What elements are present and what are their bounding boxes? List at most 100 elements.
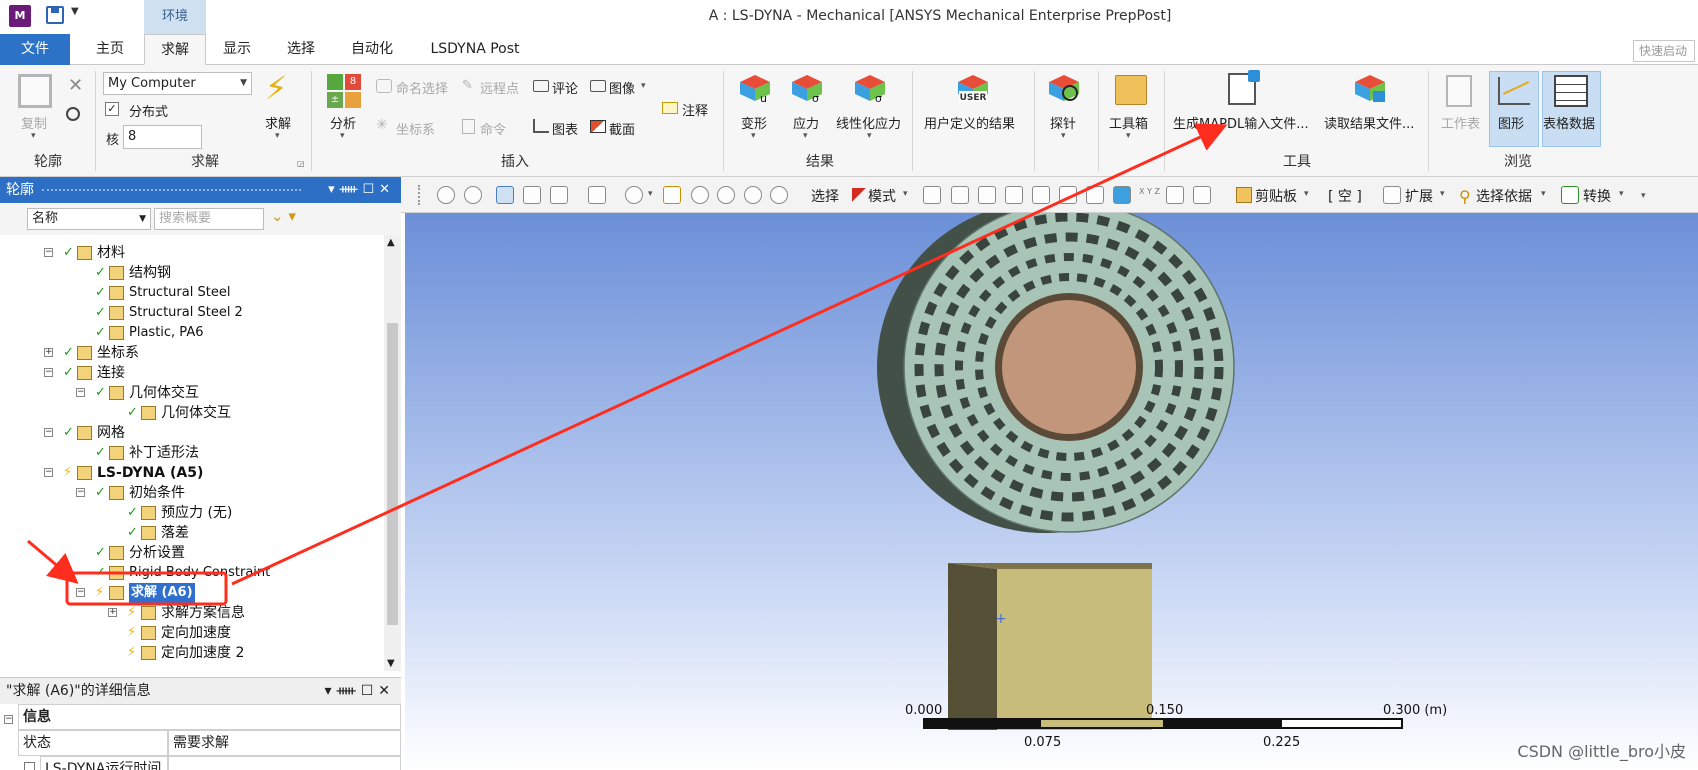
comment-label[interactable]: 评论 [552,78,578,97]
tree-item[interactable]: ✓ Structural Steel [0,283,384,303]
tree-item[interactable]: − ⚡ LS-DYNA (A5) [0,463,384,483]
label-icon[interactable] [1166,186,1184,204]
tab-home[interactable]: 主页 [82,34,138,65]
chart-icon[interactable] [533,119,549,133]
tree-item[interactable]: ⚡ 定向加速度 [0,623,384,643]
zoom-in-icon[interactable] [717,186,735,204]
annotation-label[interactable]: 注释 [682,100,708,119]
user-defined-result-icon[interactable]: USER [956,73,990,103]
annotation-toggle-icon[interactable] [1193,186,1211,204]
select-by-label[interactable]: 选择依据 [1476,186,1532,206]
scroll-up-icon[interactable]: ▲ [387,237,395,248]
tab-file[interactable]: 文件 [0,34,70,65]
close-icon[interactable]: ✕ [379,182,395,197]
details-runtime-checkbox[interactable] [24,762,35,770]
probe-dropdown-icon[interactable]: ▾ [1061,131,1066,141]
tree-item[interactable]: ✓ 预应力 (无) [0,503,384,523]
select-body-icon[interactable] [1005,186,1023,204]
solve-button-label[interactable]: 求解 [265,113,291,132]
mode-dropdown-icon[interactable]: ▾ [903,189,908,199]
select-element-face-icon[interactable] [1059,186,1077,204]
mode-label[interactable]: 模式 [868,186,896,206]
probe-icon[interactable] [1047,73,1081,103]
select-by-pin-icon[interactable]: ⚲ [1459,187,1471,206]
convert-icon[interactable] [1561,186,1579,204]
tab-display[interactable]: 显示 [212,34,262,65]
select-node-icon[interactable] [1032,186,1050,204]
extend-label[interactable]: 扩展 [1405,186,1433,206]
collapse-icon[interactable]: − [44,468,53,477]
tree-item[interactable]: ✓ 分析设置 [0,543,384,563]
tree-item[interactable]: − ✓ 初始条件 [0,483,384,503]
pan-icon[interactable] [663,186,681,204]
solve-process-combo[interactable]: My Computer ▼ [103,72,252,95]
image-dropdown-icon[interactable]: ▾ [641,81,646,91]
graphics-viewport[interactable]: + 0.000 0.150 0.300 (m) 0.075 0.225 CSDN… [405,213,1698,770]
copy-icon[interactable] [18,74,52,108]
coordinate-system-label[interactable]: 坐标系 [396,119,435,138]
tree-item[interactable]: ✓ Rigid Body Constraint [0,563,384,583]
tree-item[interactable]: ✓ Structural Steel 2 [0,303,384,323]
linearized-stress-dropdown-icon[interactable]: ▾ [867,131,872,141]
remote-point-icon[interactable]: ✎ [462,78,473,93]
command-label[interactable]: 命令 [480,119,506,138]
zoom-icon[interactable] [691,186,709,204]
convert-dropdown-icon[interactable]: ▾ [1619,189,1624,199]
worksheet-icon[interactable] [1446,75,1472,107]
rotate-dropdown-icon[interactable]: ▾ [648,189,653,199]
image-label[interactable]: 图像 [609,78,635,97]
model-scene[interactable]: + [405,213,1698,770]
select-label[interactable]: 选择 [811,186,839,206]
pin-icon[interactable]: ᚔ [340,182,363,197]
scroll-down-icon[interactable]: ▼ [387,658,395,669]
details-menu-icon[interactable]: ▾ [324,683,336,699]
chart-label[interactable]: 图表 [552,119,578,138]
base-block-side[interactable] [948,563,997,730]
tree-item[interactable]: ✓ Plastic, PA6 [0,323,384,343]
select-vertex-icon[interactable] [923,186,941,204]
panel-grip[interactable] [42,189,301,191]
write-mapdl-input-label[interactable]: 生成MAPDL输入文件... [1173,113,1309,132]
filter-chevron-icon[interactable]: ⌄ ▾ [271,207,296,225]
deformation-label[interactable]: 变形 [741,113,767,132]
tab-solution[interactable]: 求解 [144,34,206,65]
toolbox-icon[interactable] [1115,75,1147,105]
collapse-icon[interactable]: − [76,588,85,597]
tree-item[interactable]: − ✓ 材料 [0,243,384,263]
select-face-icon[interactable] [978,186,996,204]
collapse-icon[interactable]: − [44,248,53,257]
named-selection-label[interactable]: 命名选择 [396,78,448,97]
stress-dropdown-icon[interactable]: ▾ [803,131,808,141]
convert-label[interactable]: 转换 [1583,186,1611,206]
deformation-icon[interactable]: u [738,73,772,103]
linearized-stress-label[interactable]: 线性化应力 [836,113,901,132]
box-zoom-icon[interactable] [744,186,762,204]
details-maximize-icon[interactable]: ☐ [361,683,379,699]
toolbar-overflow-icon[interactable]: ▾ [1641,191,1646,201]
details-section-info[interactable]: 信息 [18,704,401,730]
tab-selection[interactable]: 选择 [276,34,326,65]
filter-type-combo[interactable]: 名称 ▼ [27,208,151,230]
tree-item[interactable]: ⚡ 定向加速度 2 [0,643,384,663]
select-element-icon[interactable] [1086,186,1104,204]
tree-item[interactable]: − ✓ 连接 [0,363,384,383]
details-close-icon[interactable]: ✕ [378,683,395,699]
tree-item[interactable]: ✓ 补丁适形法 [0,443,384,463]
section-icon[interactable] [590,120,606,133]
extend-dropdown-icon[interactable]: ▾ [1440,189,1445,199]
user-defined-result-label[interactable]: 用户定义的结果 [924,113,1015,132]
quick-launch-input[interactable]: 快速启动 [1633,40,1695,62]
shaded-view-icon[interactable] [496,186,514,204]
stress-icon[interactable]: σ [790,73,824,103]
outline-search-input[interactable]: 搜索概要 [154,208,264,230]
read-result-files-icon[interactable] [1353,73,1387,103]
delete-icon[interactable]: ✕ [68,75,83,96]
clipboard-dropdown-icon[interactable]: ▾ [1304,189,1309,199]
analysis-button-label[interactable]: 分析 [330,113,356,132]
zoom-out-icon[interactable] [464,186,482,204]
read-result-files-label[interactable]: 读取结果文件... [1324,113,1414,132]
quick-access-dropdown-icon[interactable]: ▼ [71,6,79,17]
outline-scrollbar[interactable]: ▲ ▼ [384,235,401,671]
solve-dropdown-icon[interactable]: ▾ [275,131,280,141]
save-icon[interactable] [46,6,64,24]
